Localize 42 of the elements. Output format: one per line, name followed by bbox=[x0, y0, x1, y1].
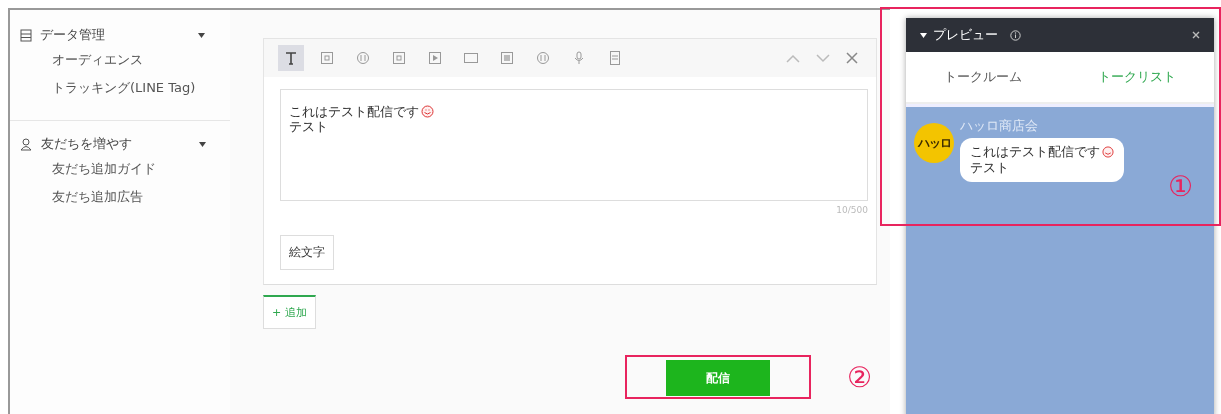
tool-icon bbox=[320, 51, 334, 65]
message-text: これはテスト配信です bbox=[289, 104, 419, 119]
caret-icon[interactable] bbox=[199, 141, 206, 147]
sidebar-section-label[interactable]: 友だちを増やす bbox=[41, 135, 191, 153]
message-text: テスト bbox=[289, 119, 328, 134]
close-icon[interactable] bbox=[846, 52, 858, 64]
preview-tab[interactable]: トークルーム bbox=[906, 52, 1060, 104]
smiley-emoji-icon bbox=[421, 105, 434, 118]
close-icon[interactable] bbox=[1192, 31, 1200, 39]
sidebar-item[interactable]: 友だち追加ガイド bbox=[20, 155, 230, 183]
preview-title: プレビュー bbox=[933, 26, 998, 44]
database-icon bbox=[20, 28, 32, 42]
sidebar-item[interactable]: 友だち追加広告 bbox=[20, 183, 230, 211]
tool-icon bbox=[500, 51, 514, 65]
account-name: ハッロ商店会 bbox=[960, 117, 1039, 135]
caret-icon[interactable] bbox=[198, 32, 205, 38]
info-icon[interactable] bbox=[1010, 29, 1021, 41]
smiley-emoji-icon bbox=[1102, 146, 1114, 158]
tool-icon bbox=[536, 51, 550, 65]
sidebar-item[interactable]: オーディエンス bbox=[20, 46, 230, 74]
tool-icon bbox=[356, 51, 370, 65]
tool-icon bbox=[608, 51, 622, 65]
chevron-down-icon[interactable] bbox=[816, 53, 830, 63]
tool-icon bbox=[428, 51, 442, 65]
bubble-text: これはテスト配信です bbox=[970, 144, 1100, 160]
tool-icon bbox=[572, 51, 586, 65]
text-tool-button[interactable] bbox=[278, 45, 304, 71]
sidebar-section-label[interactable]: データ管理 bbox=[40, 26, 190, 44]
tool-icon bbox=[464, 51, 478, 65]
annotation-number: ① bbox=[1168, 170, 1194, 203]
caret-icon[interactable] bbox=[920, 32, 927, 38]
avatar-logo: ハッロ bbox=[914, 123, 954, 163]
annotation-number: ② bbox=[847, 360, 873, 394]
message-input-field[interactable]: これはテスト配信です テスト bbox=[280, 89, 868, 201]
chevron-up-icon[interactable] bbox=[786, 53, 800, 63]
bubble-text: テスト bbox=[970, 160, 1009, 176]
text-icon bbox=[284, 51, 298, 65]
sidebar-item[interactable]: トラッキング(LINE Tag) bbox=[20, 74, 230, 102]
character-counter: 10/500 bbox=[835, 204, 869, 215]
tool-icon bbox=[392, 51, 406, 65]
emoji-button[interactable]: 絵文字 bbox=[280, 235, 334, 270]
person-icon bbox=[20, 137, 33, 151]
